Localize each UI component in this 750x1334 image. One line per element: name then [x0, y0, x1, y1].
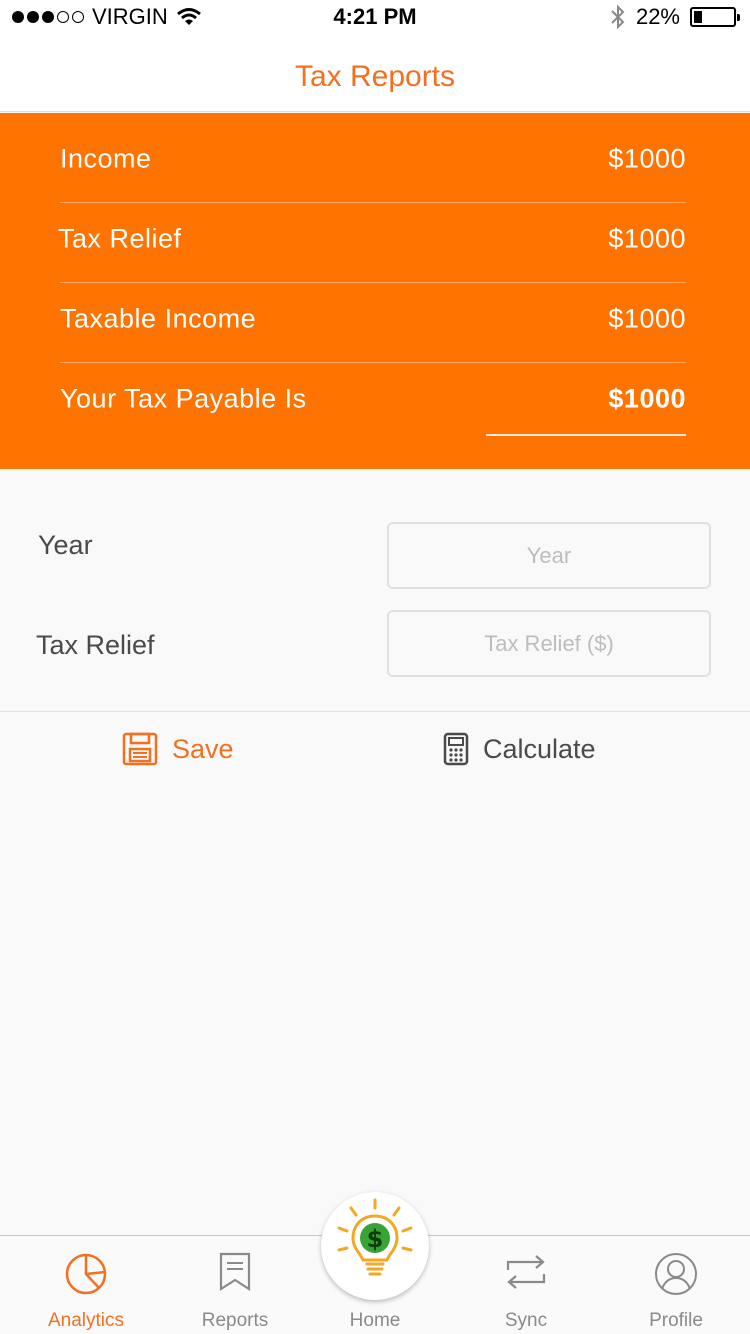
bookmark-icon [219, 1252, 251, 1292]
summary-row-tax-relief: Tax Relief $1000 [58, 203, 686, 283]
summary-label: Tax Relief [58, 223, 182, 254]
year-label: Year [38, 530, 93, 560]
tab-reports[interactable]: Reports [160, 1236, 310, 1334]
tab-home[interactable]: $ [321, 1192, 429, 1300]
tab-home-label: Home [349, 1310, 401, 1331]
summary-value: $1000 [608, 223, 686, 254]
battery-icon [690, 7, 740, 27]
tab-profile[interactable]: Profile [601, 1236, 750, 1334]
battery-level [694, 11, 703, 23]
pie-chart-icon [65, 1253, 107, 1295]
action-bar: Save Calculate [0, 712, 750, 796]
summary-row-tax-payable: Your Tax Payable Is $1000 [60, 363, 686, 443]
navigation-bar: Tax Reports [0, 40, 750, 112]
tab-sync[interactable]: Sync [451, 1236, 601, 1334]
summary-label: Income [60, 143, 152, 174]
summary-row-taxable-income: Taxable Income $1000 [60, 283, 686, 363]
tax-summary-panel: Income $1000 Tax Relief $1000 Taxable In… [0, 113, 750, 469]
tax-payable-underline [486, 434, 686, 436]
save-button[interactable]: Save [122, 732, 234, 766]
status-right: 22% [610, 4, 740, 30]
lightbulb-dollar-icon: $ [337, 1198, 413, 1276]
summary-row-income: Income $1000 [60, 123, 686, 203]
tab-label: Reports [201, 1310, 269, 1331]
tax-relief-input[interactable] [387, 610, 711, 677]
year-input[interactable] [387, 522, 711, 589]
calculate-button[interactable]: Calculate [443, 732, 596, 766]
battery-percent: 22% [635, 4, 680, 29]
profile-icon [655, 1253, 697, 1295]
summary-label: Taxable Income [60, 303, 257, 334]
tab-label: Sync [504, 1310, 548, 1331]
calculator-icon [443, 732, 469, 766]
tab-label: Analytics [47, 1310, 125, 1331]
tab-label: Profile [649, 1310, 703, 1331]
floppy-disk-icon [122, 732, 158, 766]
status-bar: VIRGIN 4:21 PM 22% [0, 0, 750, 40]
calculate-label: Calculate [483, 733, 596, 764]
save-label: Save [172, 733, 234, 764]
tab-analytics[interactable]: Analytics [11, 1236, 161, 1334]
page-title: Tax Reports [294, 60, 456, 93]
tax-relief-label: Tax Relief [36, 630, 155, 660]
svg-text:$: $ [367, 1225, 384, 1253]
sync-arrows-icon [506, 1255, 546, 1289]
tax-payable-value: $1000 [608, 383, 686, 414]
summary-value: $1000 [608, 303, 686, 334]
summary-label: Your Tax Payable Is [60, 383, 307, 414]
bluetooth-icon [611, 4, 625, 30]
tax-form: Year Tax Relief [0, 470, 750, 712]
summary-value: $1000 [608, 143, 686, 174]
